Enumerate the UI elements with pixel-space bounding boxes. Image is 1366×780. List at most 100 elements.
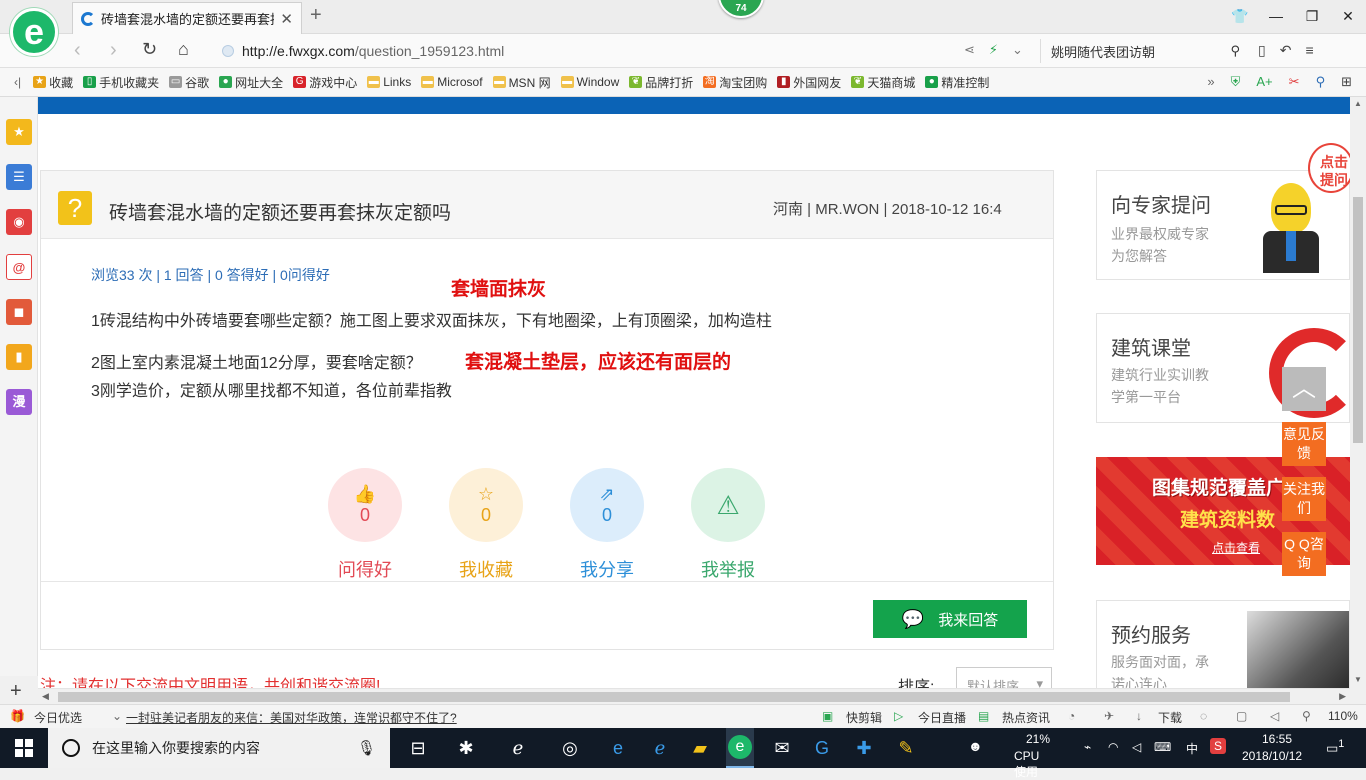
share-action[interactable]: ⇗ 0 我分享 — [570, 468, 644, 582]
vertical-scrollbar[interactable]: ▲ ▼ — [1350, 97, 1366, 688]
more-bookmarks-icon[interactable]: » — [1207, 74, 1214, 90]
file-explorer-icon[interactable]: ▰ — [686, 734, 714, 762]
translate-icon[interactable]: A+ — [1256, 74, 1272, 90]
lightning-icon[interactable]: ⚡ — [989, 42, 998, 58]
question-stats[interactable]: 浏览33 次 | 1 回答 | 0 答得好 | 0问得好 — [91, 265, 330, 285]
restore-button[interactable]: ❐ — [1294, 0, 1330, 32]
phone-icon[interactable]: ▯ — [1258, 42, 1266, 59]
url-field[interactable]: http://e.fwxgx.com/question_1959123.html — [222, 39, 1030, 63]
search-box[interactable]: 姚明随代表团访朝 ⚲ — [1040, 39, 1240, 63]
notes-app-icon[interactable]: ✎ — [892, 734, 920, 762]
scroll-up-icon[interactable]: ▲ — [1354, 99, 1362, 108]
bookmark-item[interactable]: ▬ Window — [560, 74, 619, 91]
scroll-right-icon[interactable]: ▶ — [1339, 691, 1346, 702]
ask-expert-card[interactable]: 向专家提问 业界最权威专家 为您解答 — [1096, 170, 1350, 280]
tab-close-icon[interactable]: ✕ — [280, 10, 293, 28]
horizontal-scrollbar[interactable]: ◀ ▶ — [38, 688, 1350, 704]
keyboard-icon[interactable]: ⌨ — [1154, 740, 1171, 754]
bookmark-item[interactable]: ▭ 谷歌 — [169, 74, 209, 91]
chevron-down-icon[interactable]: ⌄ — [112, 709, 122, 723]
360-browser-icon[interactable]: ◎ — [556, 734, 584, 762]
favorite-action[interactable]: ☆ 0 我收藏 — [449, 468, 523, 582]
add-sidebar-button[interactable]: + — [10, 680, 22, 703]
site-info-icon[interactable] — [222, 45, 234, 57]
window-icon[interactable]: ▢ — [1236, 709, 1247, 723]
g-app-icon[interactable]: G — [808, 734, 836, 762]
mail-icon[interactable]: @ — [6, 254, 32, 280]
zoom-level[interactable]: 110% — [1328, 709, 1358, 723]
forward-button[interactable]: › — [110, 39, 117, 62]
dropdown-chevron-icon[interactable]: ⌄ — [1012, 42, 1023, 58]
back-button[interactable]: ‹ — [74, 39, 81, 62]
taskbar-search[interactable]: 在这里输入你要搜索的内容 🎙 — [48, 728, 390, 768]
bookmark-item[interactable]: G 游戏中心 — [293, 74, 357, 91]
bookmark-item[interactable]: ▬ Links — [367, 74, 411, 91]
favorites-icon[interactable]: ★ — [6, 119, 32, 145]
pinwheel-app-icon[interactable]: ✱ — [452, 734, 480, 762]
volume-icon[interactable]: ◁ — [1132, 740, 1141, 754]
appointment-card[interactable]: 预约服务 服务面对面，承 诺心连心 — [1096, 600, 1350, 688]
qq-consult-button[interactable]: Q Q咨询 — [1282, 532, 1326, 576]
sync-icon[interactable]: ◌ — [1200, 709, 1207, 723]
bookmark-item[interactable]: ● 网址大全 — [219, 74, 283, 91]
ie-app-icon[interactable]: ℯ — [504, 734, 532, 762]
score-badge[interactable]: 74 — [718, 0, 764, 18]
people-icon[interactable]: ☻ — [968, 738, 983, 754]
task-view-icon[interactable]: ⊟ — [404, 734, 432, 762]
wifi-icon[interactable]: ◠ — [1108, 740, 1118, 754]
bookmark-item[interactable]: ● 精准控制 — [925, 74, 989, 91]
today-picks[interactable]: 今日优选 — [34, 709, 82, 726]
weibo-icon[interactable]: ◉ — [6, 209, 32, 235]
windows-start-icon[interactable] — [0, 728, 48, 768]
mail-app-icon[interactable]: ✉ — [768, 734, 796, 762]
search-icon[interactable]: ⚲ — [1230, 43, 1240, 59]
report-action[interactable]: ⚠ 我举报 — [691, 468, 765, 582]
browser-logo-icon[interactable]: e — [10, 8, 58, 56]
sogou-icon[interactable]: S — [1210, 738, 1226, 754]
speed-icon[interactable]: ◔ — [1068, 709, 1075, 723]
scroll-down-icon[interactable]: ▼ — [1354, 675, 1362, 684]
sort-select[interactable]: 默认排序 ▾ — [956, 667, 1052, 688]
bookmark-item[interactable]: ▯ 手机收藏夹 — [83, 74, 159, 91]
vertical-scroll-thumb[interactable] — [1353, 197, 1363, 443]
cpu-percent[interactable]: 21% — [1026, 732, 1050, 746]
bookmark-item[interactable]: ❦ 天猫商城 — [851, 74, 915, 91]
like-action[interactable]: 👍 0 问得好 — [328, 468, 402, 582]
browser-tab[interactable]: 砖墙套混水墙的定额还要再套抹灰 ✕ — [72, 2, 302, 34]
news-ticker[interactable]: 一封驻美记者朋友的来信：美国对华政策，连常识都守不住了? — [126, 709, 457, 726]
clock-date[interactable]: 2018/10/12 — [1242, 749, 1302, 763]
quick-edit-link[interactable]: 快剪辑 — [846, 709, 882, 726]
feedback-button[interactable]: 意见反馈 — [1282, 422, 1326, 466]
bookmark-item[interactable]: ❦ 品牌打折 — [629, 74, 693, 91]
notification-icon[interactable]: ▭1 — [1326, 738, 1344, 756]
edge-icon[interactable]: e — [604, 734, 632, 762]
clock-time[interactable]: 16:55 — [1262, 732, 1292, 746]
internet-explorer-icon[interactable]: ℯ — [646, 734, 674, 762]
menu-icon[interactable]: ≡ — [1305, 42, 1313, 59]
gift-icon[interactable]: 🎁 — [10, 709, 25, 723]
reload-button[interactable]: ↻ — [142, 39, 157, 60]
mute-icon[interactable]: ◁ — [1270, 709, 1279, 723]
minimize-button[interactable]: — — [1258, 0, 1294, 32]
horizontal-scroll-thumb[interactable] — [58, 692, 1290, 702]
network-icon[interactable]: ⌁ — [1084, 740, 1091, 754]
microphone-icon[interactable]: 🎙 — [357, 739, 376, 757]
share-icon[interactable]: ⋖ — [964, 42, 975, 58]
download-link[interactable]: 下载 — [1158, 709, 1182, 726]
comic-icon[interactable]: 漫 — [6, 389, 32, 415]
shield-icon[interactable]: ⛨ — [1231, 74, 1241, 90]
tools-icon[interactable]: ✂ — [1289, 74, 1300, 90]
grid-icon[interactable]: ⊞ — [1341, 74, 1352, 90]
scroll-left-icon[interactable]: ◀ — [42, 691, 49, 702]
book-icon[interactable]: ▮ — [6, 344, 32, 370]
cpu-label[interactable]: CPU使用 — [1014, 749, 1039, 780]
new-tab-button[interactable]: + — [310, 4, 322, 27]
bookmark-item[interactable]: ★ 收藏 — [33, 74, 73, 91]
news-icon[interactable]: ☰ — [6, 164, 32, 190]
zoom-icon[interactable]: ⚲ — [1302, 709, 1311, 723]
hot-news-link[interactable]: 热点资讯 — [1002, 709, 1050, 726]
game-icon[interactable]: ◼ — [6, 299, 32, 325]
home-button[interactable]: ⌂ — [178, 39, 189, 60]
live-link[interactable]: 今日直播 — [918, 709, 966, 726]
answer-button[interactable]: 💬 我来回答 — [873, 600, 1027, 638]
